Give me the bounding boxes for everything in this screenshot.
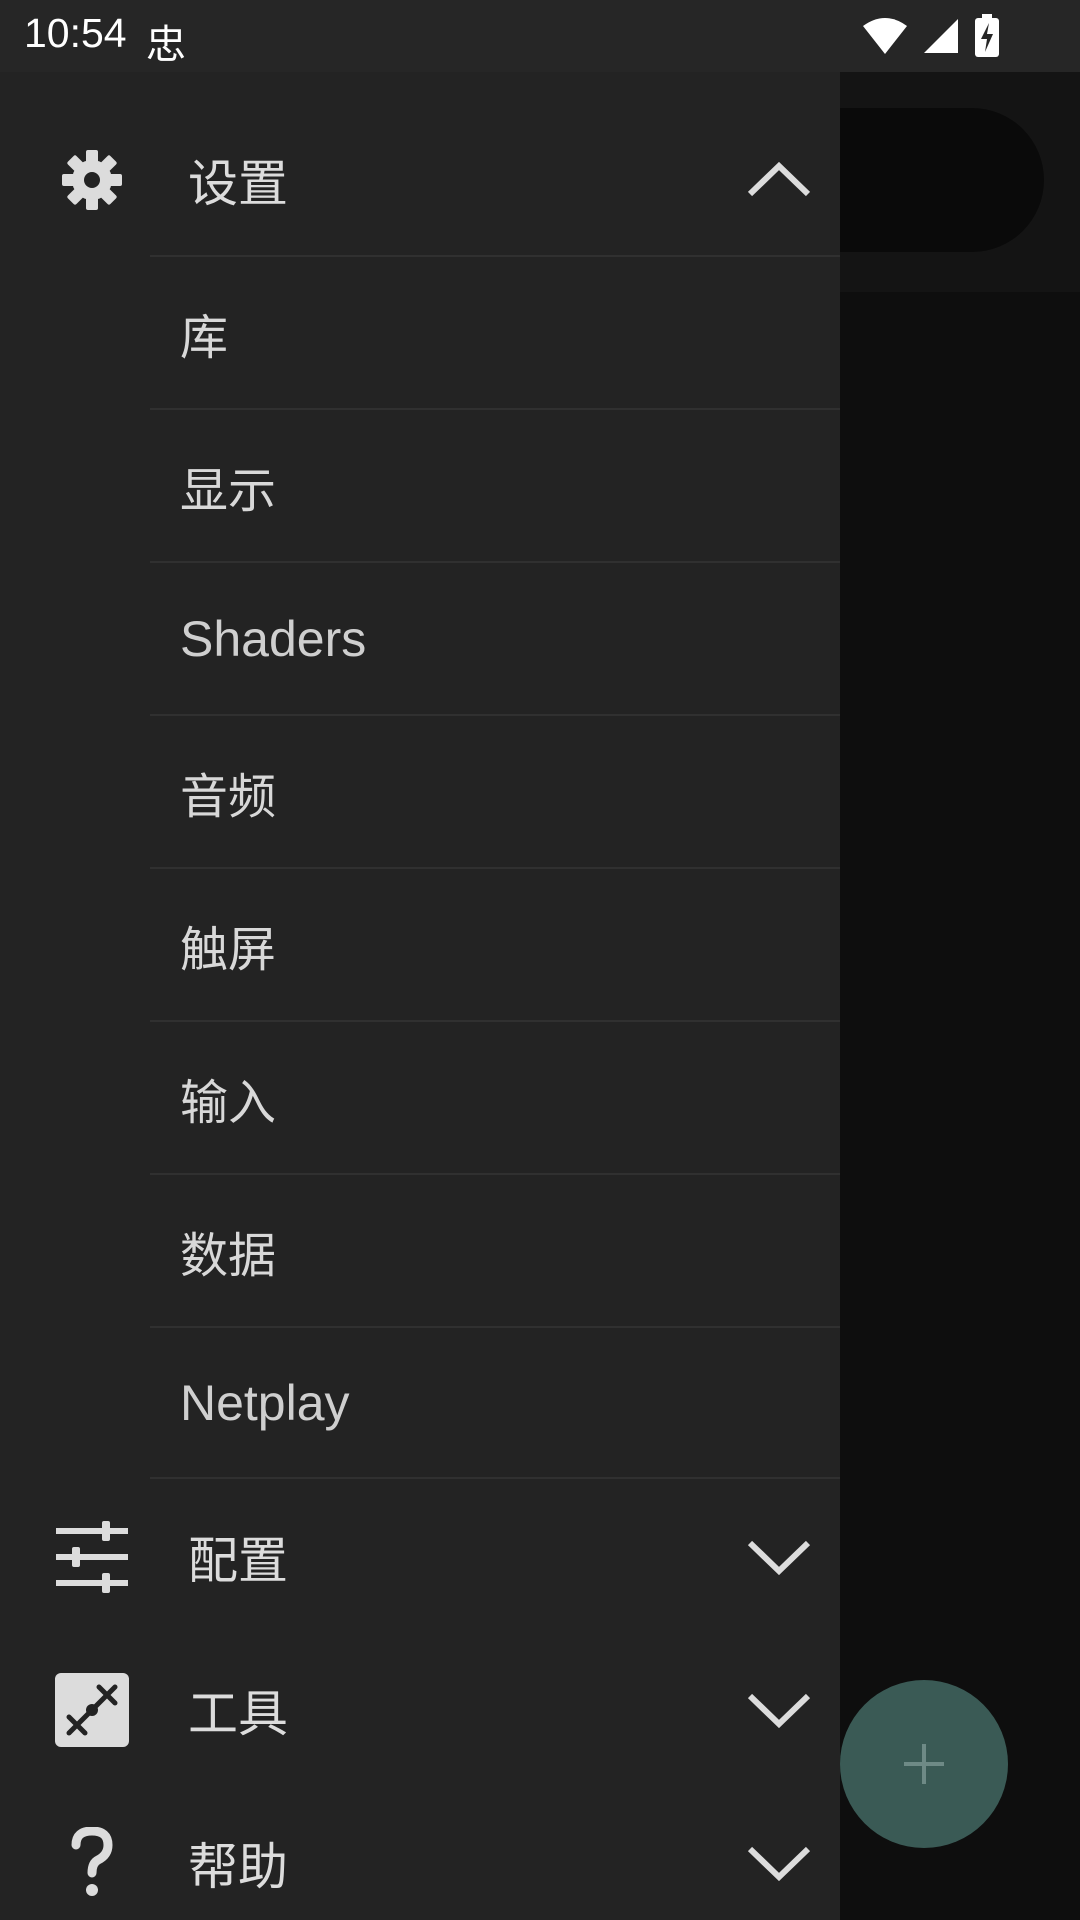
sliders-icon: [52, 1517, 132, 1597]
tools-icon: [52, 1670, 132, 1750]
submenu-item-label: 触屏: [180, 921, 277, 978]
question-icon: [52, 1823, 132, 1903]
submenu-item-label: Shaders: [180, 610, 367, 667]
tools-label: 工具: [188, 1685, 288, 1743]
submenu-item-display[interactable]: 显示: [150, 408, 840, 561]
chevron-down-icon[interactable]: [746, 1537, 812, 1577]
tools-group-header[interactable]: 工具: [0, 1635, 840, 1785]
submenu-item-label: 显示: [180, 462, 277, 519]
chevron-up-icon[interactable]: [746, 160, 812, 200]
submenu-item-library[interactable]: 库: [150, 255, 840, 408]
navigation-drawer: 设置 库 显示 Shaders 音频 触屏 输入 数据 Netplay 配置 工…: [0, 0, 840, 1920]
submenu-item-label: 数据: [180, 1227, 277, 1284]
submenu-item-touchscreen[interactable]: 触屏: [150, 867, 840, 1020]
submenu-item-data[interactable]: 数据: [150, 1173, 840, 1326]
submenu-item-audio[interactable]: 音频: [150, 714, 840, 867]
submenu-item-shaders[interactable]: Shaders: [150, 561, 840, 714]
profiles-group-header[interactable]: 配置: [0, 1482, 840, 1632]
help-group-header[interactable]: 帮助: [0, 1788, 840, 1920]
app-notification-icon: 忠: [146, 22, 186, 68]
battery-charging-icon: [975, 14, 999, 57]
submenu-item-label: Netplay: [180, 1374, 350, 1431]
signal-icon: [924, 19, 958, 53]
settings-label: 设置: [188, 155, 288, 213]
submenu-item-label: 输入: [180, 1074, 277, 1131]
profiles-label: 配置: [188, 1532, 288, 1590]
status-time: 10:54: [24, 10, 127, 56]
add-fab-button[interactable]: [840, 1680, 1008, 1848]
chevron-down-icon[interactable]: [746, 1690, 812, 1730]
help-label: 帮助: [188, 1838, 288, 1896]
gear-icon: [52, 140, 132, 220]
wifi-icon: [863, 18, 907, 54]
submenu-item-input[interactable]: 输入: [150, 1020, 840, 1173]
settings-group-header[interactable]: 设置: [0, 105, 840, 255]
settings-submenu: 库 显示 Shaders 音频 触屏 输入 数据 Netplay: [150, 255, 840, 1479]
status-bar: 10:54 忠: [0, 0, 1080, 72]
plus-icon: [904, 1744, 944, 1784]
submenu-item-label: 库: [180, 309, 229, 366]
submenu-item-label: 音频: [180, 768, 277, 825]
submenu-item-netplay[interactable]: Netplay: [150, 1326, 840, 1479]
status-icons: [862, 14, 1000, 58]
chevron-down-icon[interactable]: [746, 1843, 812, 1883]
